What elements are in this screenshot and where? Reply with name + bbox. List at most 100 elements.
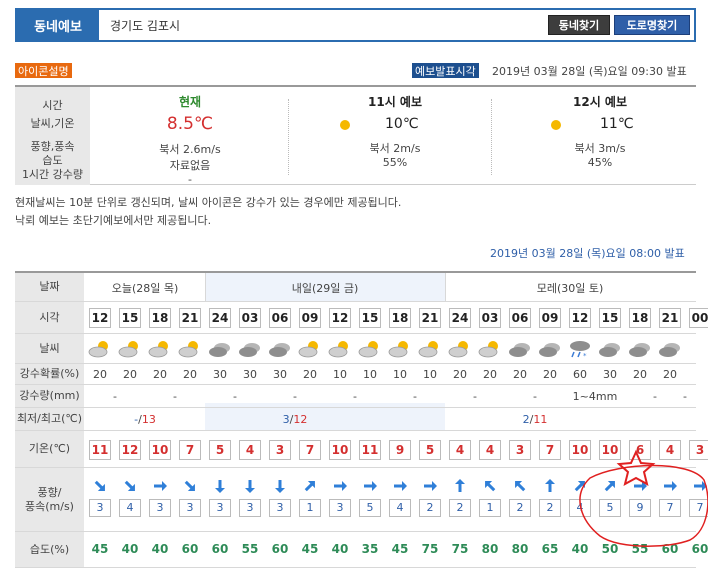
time-cell: 18 xyxy=(149,308,171,328)
temp-cell: 7 xyxy=(179,440,201,460)
wind-speed-cell: 2 xyxy=(539,499,561,517)
humidity-cell: 55 xyxy=(631,542,649,556)
divider xyxy=(288,99,289,175)
humidity-cell: 60 xyxy=(271,542,289,556)
pop-cell: 10 xyxy=(363,368,377,381)
temp-cell: 5 xyxy=(419,440,441,460)
time-cell: 18 xyxy=(629,308,651,328)
pop-cell: 20 xyxy=(483,368,497,381)
cloudy-icon xyxy=(626,339,654,359)
pop-cell: 20 xyxy=(543,368,557,381)
note-update: 현재날씨는 10분 단위로 갱신되며, 날씨 아이콘은 강수가 있는 경우에만 … xyxy=(15,196,402,209)
partly-cloudy-icon xyxy=(86,339,114,359)
row-label-date: 날짜 xyxy=(15,273,84,301)
row-label-weather: 날씨 xyxy=(15,334,84,363)
pop-cell: 20 xyxy=(303,368,317,381)
humidity-cell: 45 xyxy=(301,542,319,556)
wind-arrow-icon xyxy=(482,478,498,494)
row-divider xyxy=(15,363,696,364)
wind-arrow-icon xyxy=(632,478,648,494)
wind-arrow-icon xyxy=(272,478,288,494)
temp-cell: 3 xyxy=(509,440,531,460)
time-cell: 24 xyxy=(449,308,471,328)
rain-cell: - xyxy=(533,390,537,403)
row-divider xyxy=(15,384,696,385)
wind-arrow-icon xyxy=(242,478,258,494)
time-cell: 12 xyxy=(569,308,591,328)
rain-cell: - xyxy=(413,390,417,403)
temp-cell: 7 xyxy=(539,440,561,460)
pop-cell: 10 xyxy=(393,368,407,381)
wind-arrow-icon xyxy=(572,478,588,494)
time-cell: 09 xyxy=(299,308,321,328)
wind-arrow-icon xyxy=(152,478,168,494)
cloudy-icon xyxy=(206,339,234,359)
time-cell: 03 xyxy=(479,308,501,328)
wind-arrow-icon xyxy=(512,478,528,494)
find-road-button[interactable]: 도로명찾기 xyxy=(614,15,690,35)
time-cell: 18 xyxy=(389,308,411,328)
rain-cell: - xyxy=(353,390,357,403)
temp-cell: 6 xyxy=(629,440,651,460)
time-cell: 15 xyxy=(359,308,381,328)
row-label-wind-dir: 풍향/ xyxy=(37,485,62,499)
wind-speed-cell: 4 xyxy=(389,499,411,517)
wind-speed-cell: 3 xyxy=(269,499,291,517)
wind-speed-cell: 7 xyxy=(659,499,681,517)
f11-wind: 북서 2m/s xyxy=(369,142,421,155)
label-weather-temp: 날씨,기온 xyxy=(30,117,75,130)
wind-speed-cell: 4 xyxy=(119,499,141,517)
temp-cell: 4 xyxy=(659,440,681,460)
partly-cloudy-icon xyxy=(296,339,324,359)
current-weather-panel: 시간 날씨,기온 풍향,풍속 습도 1시간 강수량 현재 8.5℃ 북서 2.6… xyxy=(15,85,696,186)
wind-speed-cell: 4 xyxy=(569,499,591,517)
f12-humidity: 45% xyxy=(587,156,613,169)
label-time: 시간 xyxy=(42,99,63,112)
min-temp: 3 xyxy=(282,413,290,426)
pop-cell: 20 xyxy=(123,368,137,381)
forecast-table: 날짜 시각 날씨 강수확률(%) 강수량(mm) 최저/최고(℃) 기온(℃) … xyxy=(15,271,708,568)
temp-cell: 5 xyxy=(209,440,231,460)
find-dong-button[interactable]: 동네찾기 xyxy=(548,15,610,35)
now-temp: 8.5℃ xyxy=(166,114,214,134)
wind-speed-cell: 9 xyxy=(629,499,651,517)
wind-arrow-icon xyxy=(302,478,318,494)
temp-cell: 12 xyxy=(119,440,141,460)
time-cell: 00 xyxy=(689,308,708,328)
wind-speed-cell: 3 xyxy=(239,499,261,517)
temp-cell: 4 xyxy=(449,440,471,460)
humidity-cell: 50 xyxy=(601,542,619,556)
pop-cell: 30 xyxy=(243,368,257,381)
partly-cloudy-icon xyxy=(446,339,474,359)
max-temp: 13 xyxy=(141,413,156,426)
humidity-cell: 65 xyxy=(541,542,559,556)
wind-speed-cell: 5 xyxy=(359,499,381,517)
time-cell: 06 xyxy=(509,308,531,328)
humidity-cell: 60 xyxy=(211,542,229,556)
tab-dongne-forecast[interactable]: 동네예보 xyxy=(17,10,99,40)
forecast-11: 11시 예보 10℃ 북서 2m/s 55% xyxy=(325,87,465,185)
rain-cell: - xyxy=(293,390,297,403)
wind-speed-cell: 3 xyxy=(149,499,171,517)
time-cell: 15 xyxy=(119,308,141,328)
wind-arrow-icon xyxy=(452,478,468,494)
cloudy-icon xyxy=(236,339,264,359)
minmax-cell: 2/11 xyxy=(485,413,585,426)
wind-speed-cell: 3 xyxy=(179,499,201,517)
pop-cell: 20 xyxy=(513,368,527,381)
wind-speed-cell: 3 xyxy=(89,499,111,517)
f11-header: 11시 예보 xyxy=(368,95,422,109)
wind-arrow-icon xyxy=(692,478,708,494)
humidity-cell: 45 xyxy=(391,542,409,556)
time-cell: 06 xyxy=(269,308,291,328)
row-label-temp: 기온(℃) xyxy=(15,431,84,467)
max-temp: 11 xyxy=(533,413,548,426)
row-divider xyxy=(15,407,696,408)
pop-cell: 20 xyxy=(153,368,167,381)
temp-cell: 3 xyxy=(689,440,708,460)
temp-cell: 9 xyxy=(389,440,411,460)
current-labels: 시간 날씨,기온 풍향,풍속 습도 1시간 강수량 xyxy=(15,87,90,185)
icon-explain-button[interactable]: 아이콘설명 xyxy=(15,63,72,78)
wind-arrow-icon xyxy=(92,478,108,494)
temp-cell: 10 xyxy=(569,440,591,460)
